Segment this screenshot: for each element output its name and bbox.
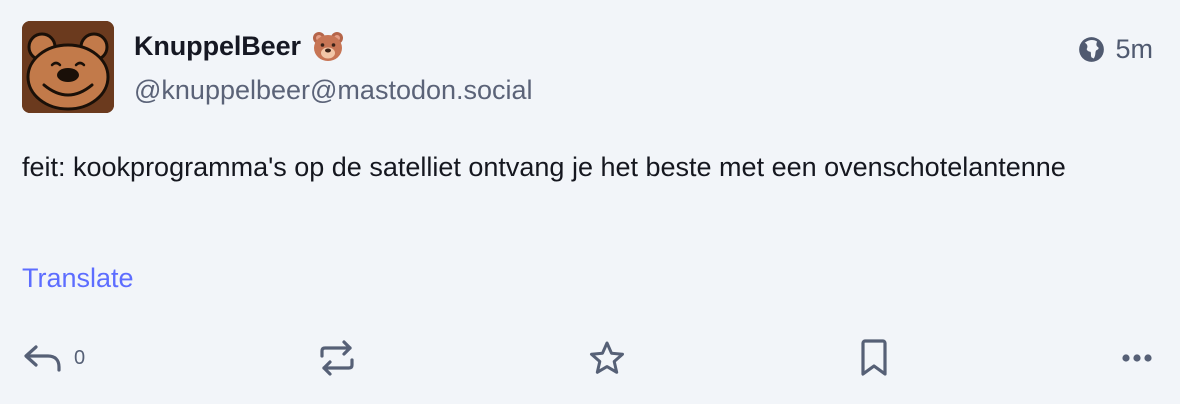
action-bar: 0 (22, 336, 1153, 380)
display-name-row[interactable]: KnuppelBeer (134, 29, 345, 63)
bear-face-emoji-icon (311, 29, 345, 63)
star-icon (588, 340, 626, 376)
more-button[interactable] (1121, 353, 1153, 363)
post-meta: 5m (1078, 34, 1153, 65)
display-name[interactable]: KnuppelBeer (134, 31, 301, 62)
reply-button[interactable]: 0 (22, 343, 85, 373)
translate-link[interactable]: Translate (22, 263, 134, 294)
bear-avatar-image (22, 21, 114, 113)
avatar[interactable] (22, 21, 114, 113)
post-time[interactable]: 5m (1115, 34, 1153, 65)
bookmark-button[interactable] (858, 339, 890, 377)
account-handle[interactable]: @knuppelbeer@mastodon.social (134, 75, 533, 106)
favourite-button[interactable] (588, 340, 626, 376)
post-card: KnuppelBeer @knuppelbeer@mastodon.social (0, 0, 1180, 404)
reply-icon (22, 343, 62, 373)
globe-icon (1078, 36, 1105, 63)
bookmark-icon (858, 339, 890, 377)
more-icon (1121, 353, 1153, 363)
boost-button[interactable] (317, 339, 357, 377)
post-content: feit: kookprogramma's op de satelliet on… (22, 152, 1066, 182)
reply-count: 0 (74, 346, 86, 369)
boost-icon (317, 339, 357, 377)
